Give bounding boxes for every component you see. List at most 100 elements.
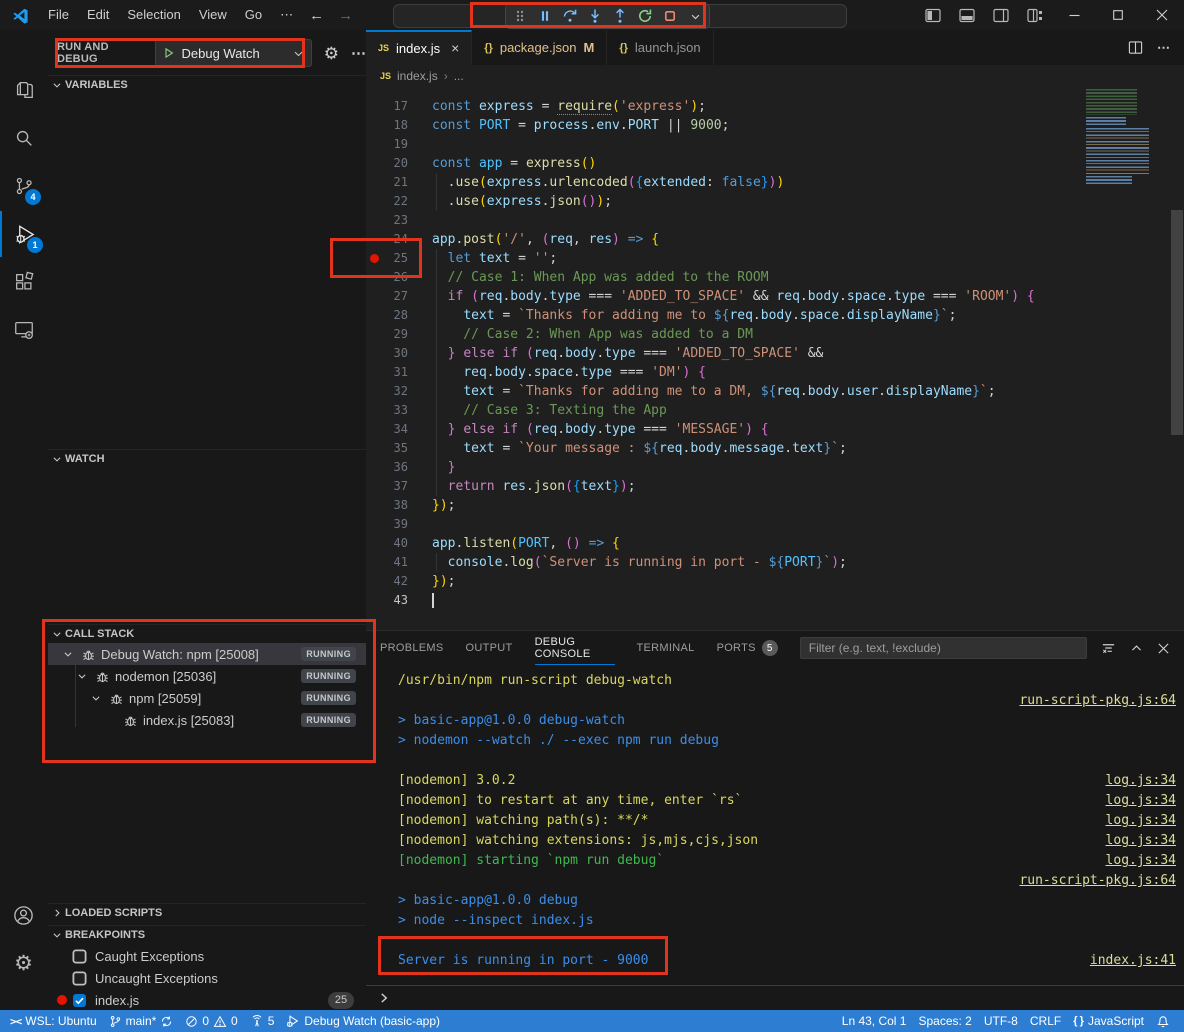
restart-icon[interactable] [637,8,653,24]
menu-selection[interactable]: Selection [118,7,189,22]
breakpoint-gutter[interactable] [366,306,382,325]
settings-gear-icon[interactable]: ⚙ [0,940,47,986]
breakpoint-gutter[interactable] [366,477,382,496]
run-and-debug-icon[interactable]: 1 [0,211,49,257]
line-number[interactable]: 41 [382,553,408,572]
accounts-icon[interactable] [0,892,47,938]
ports-indicator[interactable]: 5 [244,1010,281,1032]
breakpoint-gutter[interactable] [366,420,382,439]
toggle-secondary-sidebar-icon[interactable] [984,0,1018,30]
breakpoint-gutter[interactable] [366,553,382,572]
breakpoint-gutter[interactable] [366,363,382,382]
call-stack-section-header[interactable]: CALL STACK [48,624,366,643]
breakpoint-gutter[interactable] [366,173,382,192]
line-number[interactable]: 19 [382,135,408,154]
breakpoints-section-header[interactable]: BREAKPOINTS [48,925,366,944]
source-link[interactable]: index.js:41 [1090,951,1176,971]
source-link[interactable]: log.js:34 [1106,851,1176,871]
pause-icon[interactable] [537,8,553,24]
breadcrumb[interactable]: JS index.js › ... [366,65,1184,87]
problems-indicator[interactable]: 0 0 [179,1010,243,1032]
sidebar-more-actions-icon[interactable]: ⋯ [351,44,366,62]
step-over-icon[interactable] [562,8,578,24]
encoding-indicator[interactable]: UTF-8 [978,1010,1024,1032]
source-link[interactable]: log.js:34 [1106,791,1176,811]
checkbox-checked[interactable] [72,993,87,1008]
tab-package.json[interactable]: {}package.jsonM [472,30,607,65]
line-number[interactable]: 24 [382,230,408,249]
toggle-panel-icon[interactable] [950,0,984,30]
breakpoint-row[interactable]: Uncaught Exceptions [48,967,366,989]
line-number[interactable]: 29 [382,325,408,344]
breakpoint-gutter[interactable] [366,496,382,515]
line-number[interactable]: 17 [382,97,408,116]
remote-indicator[interactable]: >< WSL: Ubuntu [4,1010,103,1032]
panel-tab-terminal[interactable]: TERMINAL [637,632,695,665]
debug-dropdown-chevron-icon[interactable] [687,8,703,24]
breakpoint-gutter[interactable] [366,230,382,249]
breakpoint-gutter[interactable] [366,572,382,591]
split-editor-icon[interactable] [1128,40,1143,55]
breakpoint-gutter[interactable] [366,344,382,363]
checkbox-unchecked[interactable] [72,949,87,964]
line-number[interactable]: 23 [382,211,408,230]
line-number[interactable]: 30 [382,344,408,363]
filter-icon[interactable] [1101,641,1116,656]
stop-icon[interactable] [662,8,678,24]
breakpoint-gutter[interactable] [366,211,382,230]
loaded-scripts-section-header[interactable]: LOADED SCRIPTS [48,903,366,922]
breakpoint-gutter[interactable] [366,401,382,420]
nav-forward-icon[interactable]: → [331,7,360,24]
breakpoint-gutter[interactable] [366,458,382,477]
source-link[interactable]: run-script-pkg.js:64 [1019,691,1176,711]
close-window-button[interactable] [1140,0,1184,30]
notifications-bell-icon[interactable] [1150,1010,1176,1032]
remote-explorer-icon[interactable] [0,307,47,353]
line-number[interactable]: 34 [382,420,408,439]
toggle-sidebar-icon[interactable] [916,0,950,30]
search-icon[interactable] [0,115,47,161]
breakpoint-gutter[interactable] [366,249,382,268]
customize-layout-icon[interactable] [1018,0,1052,30]
line-number[interactable]: 32 [382,382,408,401]
console-filter-input[interactable]: Filter (e.g. text, !exclude) [800,637,1087,659]
line-number[interactable]: 42 [382,572,408,591]
maximize-panel-chevron-icon[interactable] [1130,642,1143,655]
menu-go[interactable]: Go [236,7,271,22]
line-number[interactable]: 43 [382,591,408,610]
panel-tab-ports[interactable]: PORTS5 [717,632,778,665]
debug-session-indicator[interactable]: Debug Watch (basic-app) [280,1010,446,1032]
code-editor[interactable]: 17const express = require('express');18c… [366,87,1082,630]
extensions-icon[interactable] [0,259,47,305]
call-stack-row[interactable]: index.js [25083]RUNNING [48,709,366,731]
close-tab-icon[interactable]: × [451,40,459,56]
debug-config-dropdown[interactable]: Debug Watch [155,39,311,67]
tab-index.js[interactable]: JSindex.js× [366,30,472,65]
panel-tab-output[interactable]: OUTPUT [466,632,513,665]
breakpoint-gutter[interactable] [366,135,382,154]
breakpoint-gutter[interactable] [366,154,382,173]
step-into-icon[interactable] [587,8,603,24]
line-number[interactable]: 37 [382,477,408,496]
panel-tab-debug-console[interactable]: DEBUG CONSOLE [535,632,615,665]
watch-section-header[interactable]: WATCH [48,449,366,468]
editor-more-actions-icon[interactable]: ⋯ [1157,40,1170,56]
source-link[interactable]: log.js:34 [1106,831,1176,851]
line-number[interactable]: 36 [382,458,408,477]
source-control-icon[interactable]: 4 [0,163,47,209]
call-stack-row[interactable]: nodemon [25036]RUNNING [48,665,366,687]
breakpoint-gutter[interactable] [366,192,382,211]
menu-[interactable]: ⋯ [271,7,302,22]
variables-section-header[interactable]: VARIABLES [48,75,366,94]
toolbar-drag-handle[interactable] [512,8,528,24]
minimap[interactable] [1082,87,1170,630]
eol-indicator[interactable]: CRLF [1024,1010,1067,1032]
line-number[interactable]: 22 [382,192,408,211]
debug-settings-gear-icon[interactable]: ⚙ [324,45,339,62]
panel-tab-problems[interactable]: PROBLEMS [380,632,444,665]
explorer-icon[interactable] [0,67,47,113]
indentation-indicator[interactable]: Spaces: 2 [912,1010,977,1032]
language-mode-indicator[interactable]: { } JavaScript [1067,1010,1150,1032]
menu-file[interactable]: File [39,7,78,22]
breakpoint-gutter[interactable] [366,591,382,610]
